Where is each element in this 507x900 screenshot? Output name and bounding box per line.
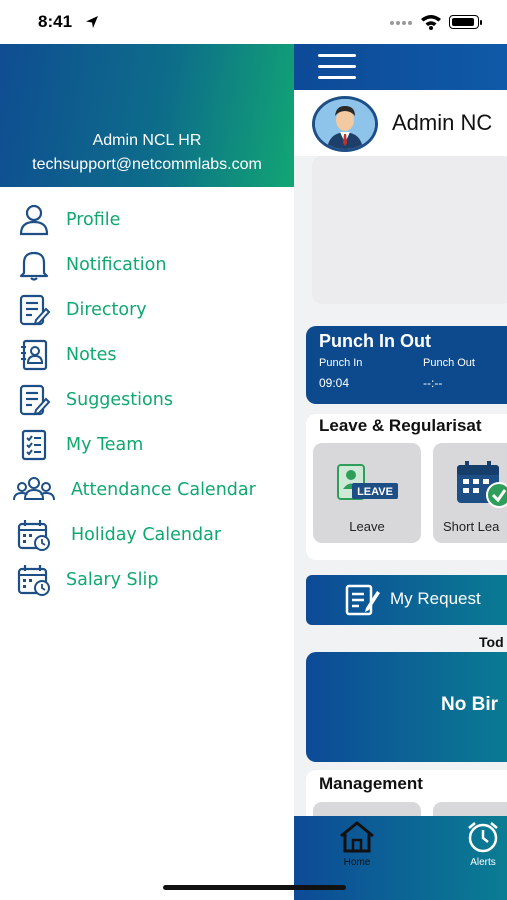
avatar[interactable] [312,96,378,152]
document-edit-icon [19,384,51,416]
profile-row: Admin NC [294,90,507,156]
punch-out-label: Punch Out [423,357,475,369]
menu-item-notes[interactable]: Notes [0,335,294,375]
drawer-user-name: Admin NCL HR [92,132,202,149]
banner-placeholder [312,156,507,304]
hamburger-menu-icon[interactable] [318,54,356,80]
management-title: Management [319,774,423,793]
wifi-icon [421,15,441,30]
menu-item-profile[interactable]: Profile [0,200,294,240]
calendar-clock-icon [17,520,50,551]
battery-icon [449,15,482,29]
menu-item-label: Salary Slip [66,570,159,590]
home-screen: Admin NC Punch In Out Punch In Punch Out… [294,44,507,900]
leave-tile[interactable]: LEAVE Leave [313,443,421,543]
my-request-button[interactable]: My Request [306,575,507,625]
leave-section-title: Leave & Regularisat [319,416,482,435]
nav-alerts-label: Alerts [470,857,496,868]
status-bar: 8:41 [0,0,507,44]
leave-badge-text: LEAVE [357,486,393,498]
person-avatar-icon [315,99,375,149]
menu-item-notification[interactable]: Notification [0,245,294,285]
alarm-clock-icon [468,822,498,853]
menu-item-label: Suggestions [66,390,173,410]
menu-item-label: Attendance Calendar [71,480,256,500]
menu-item-label: Directory [66,300,147,320]
app-header [294,44,507,90]
short-leave-tile[interactable]: Short Lea [433,443,507,543]
leave-icon: LEAVE [337,464,398,500]
menu-item-label: Notes [66,345,117,365]
contact-book-icon [21,339,48,371]
menu-item-label: My Team [66,435,144,455]
menu-item-label: Profile [66,210,121,230]
app-user-name: Admin NC [392,110,493,135]
punch-in-value: 09:04 [319,376,350,390]
drawer-user-email: techsupport@netcommlabs.com [32,156,262,173]
short-leave-tile-label: Short Lea [443,519,500,534]
punch-card[interactable]: Punch In Out Punch In Punch Out 09:04 --… [306,326,507,404]
document-edit-icon [19,294,51,326]
side-drawer: Admin NCL HR techsupport@netcommlabs.com… [0,44,294,900]
menu-item-label: Holiday Calendar [71,525,222,545]
punch-in-label: Punch In [319,357,363,369]
menu-item-suggestions[interactable]: Suggestions [0,380,294,420]
menu-item-my-team[interactable]: My Team [0,425,294,465]
punch-out-value: --:-- [423,376,443,390]
my-request-label: My Request [390,589,481,608]
person-icon [19,204,49,236]
signal-icon [390,21,412,25]
group-icon [13,477,55,501]
document-pen-icon [345,584,380,616]
menu-item-directory[interactable]: Directory [0,290,294,330]
menu-item-attendance-calendar[interactable]: Attendance Calendar [0,470,294,510]
home-indicator[interactable] [163,885,346,890]
menu-item-salary-slip[interactable]: Salary Slip [0,560,294,600]
calendar-clock-icon [17,565,50,596]
punch-title: Punch In Out [319,331,431,351]
calendar-check-icon [457,461,507,508]
nav-alerts[interactable]: Alerts [460,820,506,868]
birthday-text: No Bir [441,694,498,715]
bell-icon [19,251,49,281]
drawer-header: Admin NCL HR techsupport@netcommlabs.com [0,44,294,187]
menu-item-label: Notification [66,255,167,275]
nav-home[interactable]: Home [334,820,380,868]
today-heading: Tod [479,634,504,650]
checklist-icon [21,429,47,461]
menu-item-holiday-calendar[interactable]: Holiday Calendar [0,515,294,555]
location-arrow-icon [86,16,98,28]
home-icon [340,821,374,853]
leave-section: Leave & Regularisat LEAVE Leave Short Le… [306,414,507,560]
leave-tile-label: Leave [349,519,385,534]
nav-home-label: Home [343,857,371,868]
birthday-card: No Bir [306,652,507,762]
status-time: 8:41 [38,12,73,31]
